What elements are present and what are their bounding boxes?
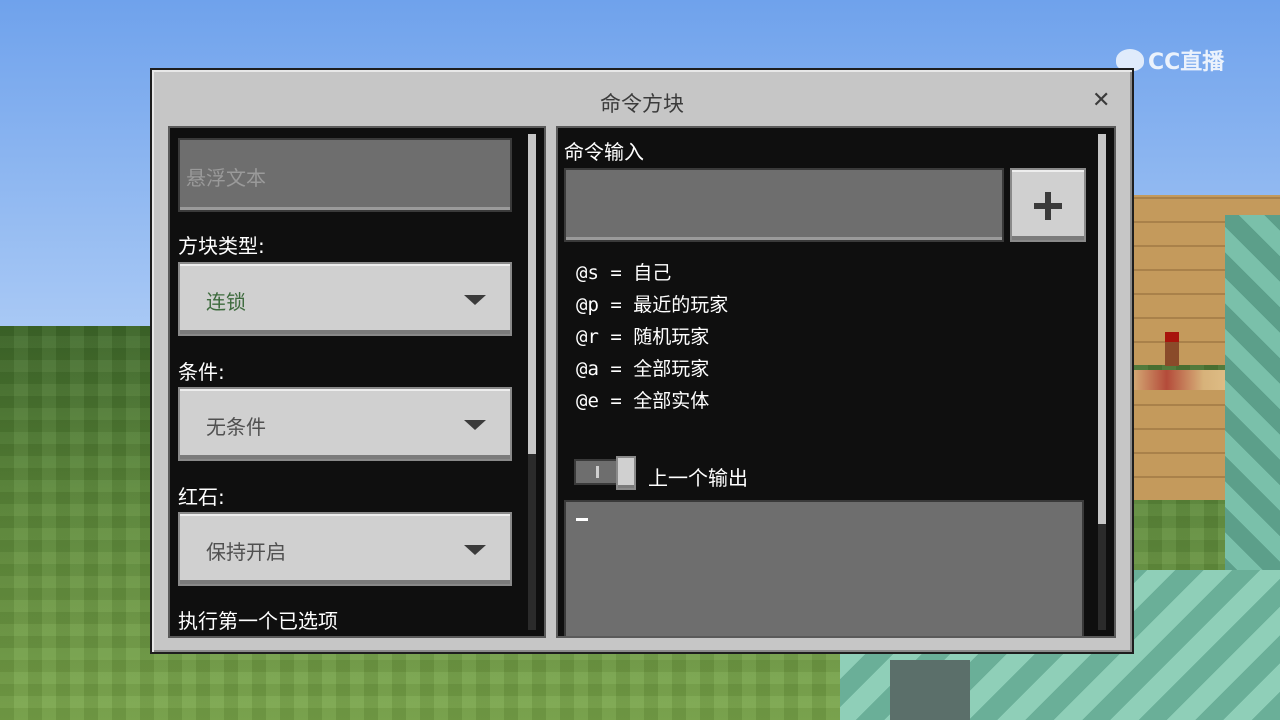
block-type-dropdown[interactable]: 连锁 — [178, 262, 512, 336]
command-block-dialog: 命令方块 ✕ 悬浮文本 方块类型: 连锁 条件: 无条件 红石: 保持开启 执行… — [150, 68, 1134, 654]
command-scrollbar[interactable] — [1098, 134, 1106, 630]
block-type-value: 连锁 — [206, 290, 246, 314]
watermark-text: CC直播 — [1148, 50, 1225, 75]
selector-help-all-players: @a = 全部玩家 — [576, 358, 710, 380]
redstone-value: 保持开启 — [206, 540, 286, 564]
text-cursor — [576, 518, 588, 521]
selector-help-random: @r = 随机玩家 — [576, 326, 710, 348]
previous-output-label: 上一个输出 — [648, 466, 748, 490]
command-input-label: 命令输入 — [564, 140, 644, 164]
command-scrollbar-thumb[interactable] — [1098, 134, 1106, 524]
settings-scrollbar[interactable] — [528, 134, 536, 630]
redstone-torch — [1165, 332, 1179, 366]
redstone-dropdown[interactable]: 保持开启 — [178, 512, 512, 586]
command-input[interactable] — [564, 168, 1004, 242]
add-command-button[interactable] — [1010, 168, 1086, 242]
toggle-track — [574, 459, 618, 485]
redstone-label: 红石: — [178, 485, 225, 509]
selector-help-all-entities: @e = 全部实体 — [576, 390, 710, 412]
hover-text-placeholder: 悬浮文本 — [186, 166, 266, 190]
condition-dropdown[interactable]: 无条件 — [178, 387, 512, 461]
chevron-down-icon — [464, 295, 486, 305]
condition-value: 无条件 — [206, 415, 266, 439]
selector-help-self: @s = 自己 — [576, 262, 672, 284]
settings-pane: 悬浮文本 方块类型: 连锁 条件: 无条件 红石: 保持开启 执行第一个已选项 — [168, 126, 546, 638]
settings-scrollbar-thumb[interactable] — [528, 134, 536, 454]
command-pane: 命令输入 @s = 自己 @p = 最近的玩家 @r = 随机玩家 @a = 全… — [556, 126, 1116, 638]
selector-help-nearest: @p = 最近的玩家 — [576, 294, 729, 316]
toggle-knob — [616, 456, 636, 490]
chevron-down-icon — [464, 545, 486, 555]
chevron-down-icon — [464, 420, 486, 430]
redstone-dust — [1130, 370, 1240, 390]
previous-output-toggle[interactable] — [574, 456, 636, 490]
previous-output-box — [564, 500, 1084, 636]
condition-label: 条件: — [178, 360, 225, 384]
close-icon[interactable]: ✕ — [1092, 88, 1110, 113]
execute-first-label: 执行第一个已选项 — [178, 609, 338, 633]
hover-text-input[interactable]: 悬浮文本 — [178, 138, 512, 212]
dialog-title: 命令方块 — [600, 92, 684, 116]
block-type-label: 方块类型: — [178, 234, 265, 258]
